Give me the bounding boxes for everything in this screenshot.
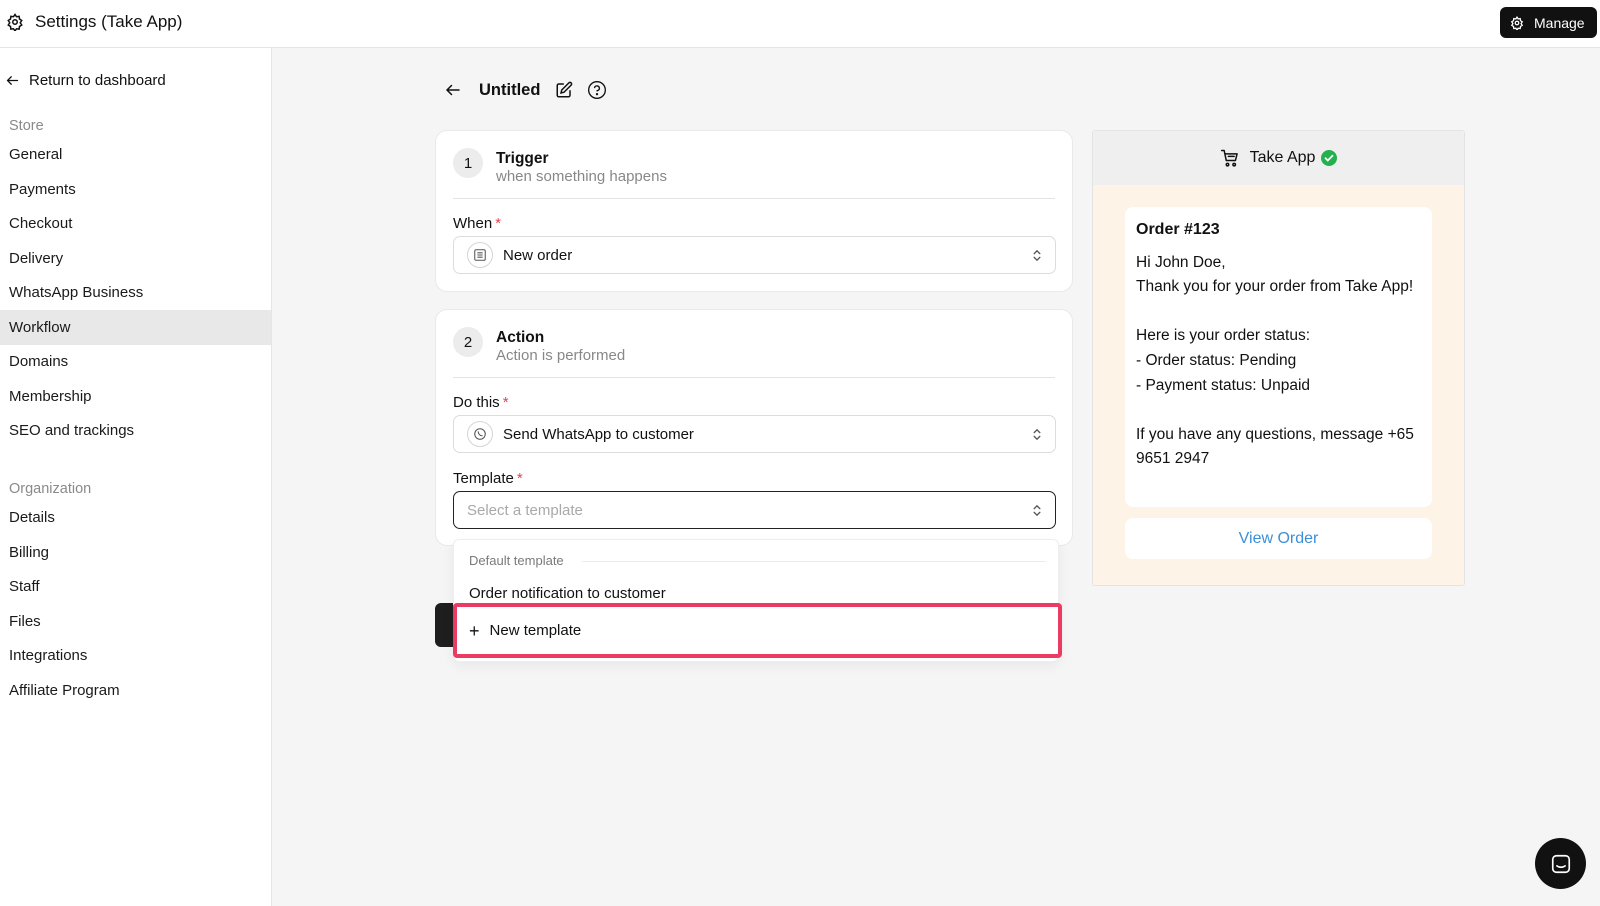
divider — [453, 198, 1055, 199]
chat-launcher-button[interactable] — [1535, 838, 1586, 889]
action-card: 2 Action Action is performed Do this * Se… — [435, 309, 1073, 546]
list-icon — [467, 242, 493, 268]
message-line — [1136, 300, 1421, 325]
organization-section-label: Organization — [9, 481, 92, 497]
chat-icon — [1551, 854, 1570, 873]
return-to-dashboard-link[interactable]: Return to dashboard — [5, 72, 166, 89]
edit-icon[interactable] — [555, 81, 573, 99]
sidebar-item-integrations[interactable]: Integrations — [0, 638, 271, 673]
template-label: Template * — [453, 470, 523, 487]
sidebar-item-checkout[interactable]: Checkout — [0, 206, 271, 241]
sidebar-item-affiliate-program[interactable]: Affiliate Program — [0, 673, 271, 708]
preview-app-name: Take App — [1249, 149, 1316, 166]
do-this-select[interactable]: Send WhatsApp to customer — [453, 415, 1056, 453]
preview-header: Take App — [1093, 131, 1464, 185]
trigger-subtitle: when something happens — [496, 168, 667, 185]
message-line: Here is your order status: — [1136, 327, 1311, 345]
chevron-up-down-icon — [1033, 428, 1041, 441]
sidebar-item-membership[interactable]: Membership — [0, 379, 271, 414]
sidebar-item-domains[interactable]: Domains — [0, 344, 271, 379]
action-title: Action — [496, 329, 545, 346]
message-preview: Take App Order #123 Hi John Doe, Thank yo… — [1092, 130, 1465, 586]
cart-icon — [1220, 149, 1238, 167]
trigger-title: Trigger — [496, 150, 549, 167]
gear-icon — [7, 13, 23, 31]
verified-icon — [1321, 150, 1338, 166]
sidebar: Return to dashboard Store General Payment… — [0, 48, 272, 906]
message-bubble: Order #123 Hi John Doe, Thank you for you… — [1125, 207, 1432, 507]
arrow-left-icon — [6, 76, 19, 85]
plus-icon: + — [469, 620, 480, 641]
gear-icon — [1510, 15, 1524, 30]
step-number: 1 — [453, 148, 483, 178]
template-select[interactable]: Select a template — [453, 491, 1056, 529]
step-number: 2 — [453, 327, 483, 357]
message-line: - Order status: Pending — [1136, 351, 1297, 369]
sidebar-item-billing[interactable]: Billing — [0, 535, 271, 570]
chevron-up-down-icon — [1033, 249, 1041, 262]
return-to-dashboard-label: Return to dashboard — [29, 72, 166, 89]
store-section-label: Store — [9, 118, 44, 134]
trigger-card: 1 Trigger when something happens When * N… — [435, 130, 1073, 292]
template-option[interactable]: Order notification to customer — [469, 585, 666, 602]
arrow-left-icon[interactable] — [444, 81, 462, 99]
workflow-title: Untitled — [479, 80, 541, 99]
new-template-label: New template — [489, 622, 582, 639]
sidebar-item-seo-and-trackings[interactable]: SEO and trackings — [0, 413, 271, 448]
sidebar-item-payments[interactable]: Payments — [0, 172, 271, 207]
order-title: Order #123 — [1136, 221, 1220, 238]
sidebar-item-workflow[interactable]: Workflow — [0, 309, 271, 345]
workflow-header: Untitled — [444, 80, 607, 100]
when-select[interactable]: New order — [453, 236, 1056, 274]
action-subtitle: Action is performed — [496, 347, 626, 364]
sidebar-item-delivery[interactable]: Delivery — [0, 241, 271, 276]
sidebar-item-details[interactable]: Details — [0, 500, 271, 535]
view-order-button[interactable]: View Order — [1125, 518, 1432, 559]
manage-button[interactable]: Manage — [1500, 7, 1597, 38]
when-value: New order — [503, 246, 573, 264]
top-bar: Settings (Take App) Manage — [0, 0, 1600, 48]
template-placeholder: Select a template — [467, 501, 583, 519]
divider — [582, 561, 1046, 562]
message-line: If you have any questions, message +65 9… — [1136, 425, 1414, 468]
help-icon[interactable] — [587, 80, 607, 100]
when-label: When * — [453, 215, 502, 232]
message-line — [1136, 398, 1421, 423]
dropdown-group-label: Default template — [469, 553, 564, 568]
sidebar-item-files[interactable]: Files — [0, 604, 271, 639]
whatsapp-icon — [467, 421, 493, 447]
do-this-value: Send WhatsApp to customer — [503, 425, 694, 443]
message-line: - Payment status: Unpaid — [1136, 376, 1311, 394]
divider — [453, 377, 1055, 378]
manage-label: Manage — [1534, 14, 1585, 31]
chevron-up-down-icon — [1033, 504, 1041, 517]
sidebar-item-general[interactable]: General — [0, 137, 271, 172]
message-line: Hi John Doe, — [1136, 253, 1226, 271]
new-template-option[interactable]: + New template — [453, 603, 1062, 658]
sidebar-item-whatsapp-business[interactable]: WhatsApp Business — [0, 275, 271, 310]
do-this-label: Do this * — [453, 394, 509, 411]
page-title: Settings (Take App) — [35, 12, 183, 31]
sidebar-item-staff[interactable]: Staff — [0, 569, 271, 604]
message-line: Thank you for your order from Take App! — [1136, 278, 1414, 296]
